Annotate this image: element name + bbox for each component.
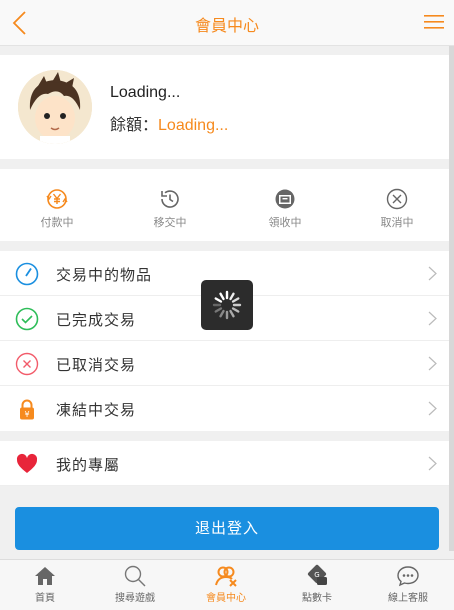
status-cancelling[interactable]: 取消中 <box>357 187 437 230</box>
page-title: 會員中心 <box>194 16 259 35</box>
x-circle-icon <box>15 352 39 376</box>
list-item-label: 凍結中交易 <box>56 401 137 419</box>
status-transferring[interactable]: 移交中 <box>130 187 210 230</box>
receive-box-icon <box>275 189 295 209</box>
bottom-tab-bar: 首頁 搜尋遊戲 會員中心 G 點數卡 線上客服 <box>0 559 454 610</box>
tab-point-card[interactable]: G 點數卡 <box>282 564 352 604</box>
scrollbar[interactable] <box>449 46 454 551</box>
list-item-label: 已取消交易 <box>56 356 137 374</box>
chevron-right-icon <box>428 311 437 326</box>
tab-label: 點數卡 <box>302 593 332 604</box>
tab-label: 會員中心 <box>206 593 246 604</box>
heart-icon <box>16 453 38 473</box>
card-icon: G <box>307 564 327 585</box>
order-status-row: 付款中 移交中 領收中 取消中 <box>0 169 449 241</box>
logout-button[interactable]: 退出登入 <box>15 507 439 550</box>
status-label: 付款中 <box>40 216 74 229</box>
home-icon <box>35 567 55 585</box>
profile-card: Loading... 餘額：Loading... <box>0 55 449 159</box>
spinner-icon <box>212 290 242 320</box>
list-item-label: 交易中的物品 <box>56 266 153 284</box>
status-receiving[interactable]: 領收中 <box>245 187 325 230</box>
tab-label: 搜尋遊戲 <box>115 593 155 604</box>
chevron-right-icon <box>428 456 437 471</box>
balance-label: 餘額： <box>110 115 159 134</box>
status-label: 移交中 <box>153 216 187 229</box>
tab-home[interactable]: 首頁 <box>10 564 80 604</box>
member-icon <box>215 566 237 587</box>
username: Loading... <box>110 84 181 101</box>
top-bar: 會員中心 <box>0 0 454 46</box>
status-label: 取消中 <box>380 216 414 229</box>
list-item-my-exclusive[interactable]: 我的專屬 <box>0 441 449 486</box>
balance: 餘額：Loading... <box>110 111 228 135</box>
tab-label: 線上客服 <box>388 593 428 604</box>
balance-value: Loading... <box>158 117 229 134</box>
svg-text:G: G <box>314 571 319 579</box>
tab-search[interactable]: 搜尋遊戲 <box>100 564 170 604</box>
chat-icon <box>397 566 419 587</box>
gauge-icon <box>15 262 39 286</box>
tab-online-service[interactable]: 線上客服 <box>373 564 443 604</box>
lock-icon: ¥ <box>20 399 34 420</box>
chevron-right-icon <box>428 266 437 281</box>
cancel-circle-icon <box>386 188 408 210</box>
chevron-right-icon <box>428 401 437 416</box>
tab-label: 首頁 <box>35 593 55 604</box>
status-label: 領收中 <box>268 216 302 229</box>
chevron-right-icon <box>428 356 437 371</box>
trade-list: 交易中的物品 已完成交易 已取消交易 ¥ 凍結中交易 <box>0 251 449 431</box>
avatar[interactable] <box>18 70 92 144</box>
tab-member-center[interactable]: 會員中心 <box>191 564 261 604</box>
list-item-frozen[interactable]: ¥ 凍結中交易 <box>0 386 449 431</box>
history-icon <box>161 190 179 208</box>
menu-icon[interactable] <box>424 13 444 31</box>
loading-spinner <box>201 280 253 330</box>
list-item-label: 我的專屬 <box>56 456 121 474</box>
list-item-cancelled[interactable]: 已取消交易 <box>0 341 449 386</box>
list-item-label: 已完成交易 <box>56 311 137 329</box>
check-circle-icon <box>15 307 39 331</box>
yen-coin-icon <box>46 189 68 209</box>
svg-text:¥: ¥ <box>24 410 29 419</box>
status-paying[interactable]: 付款中 <box>17 187 97 230</box>
search-icon <box>124 565 146 587</box>
